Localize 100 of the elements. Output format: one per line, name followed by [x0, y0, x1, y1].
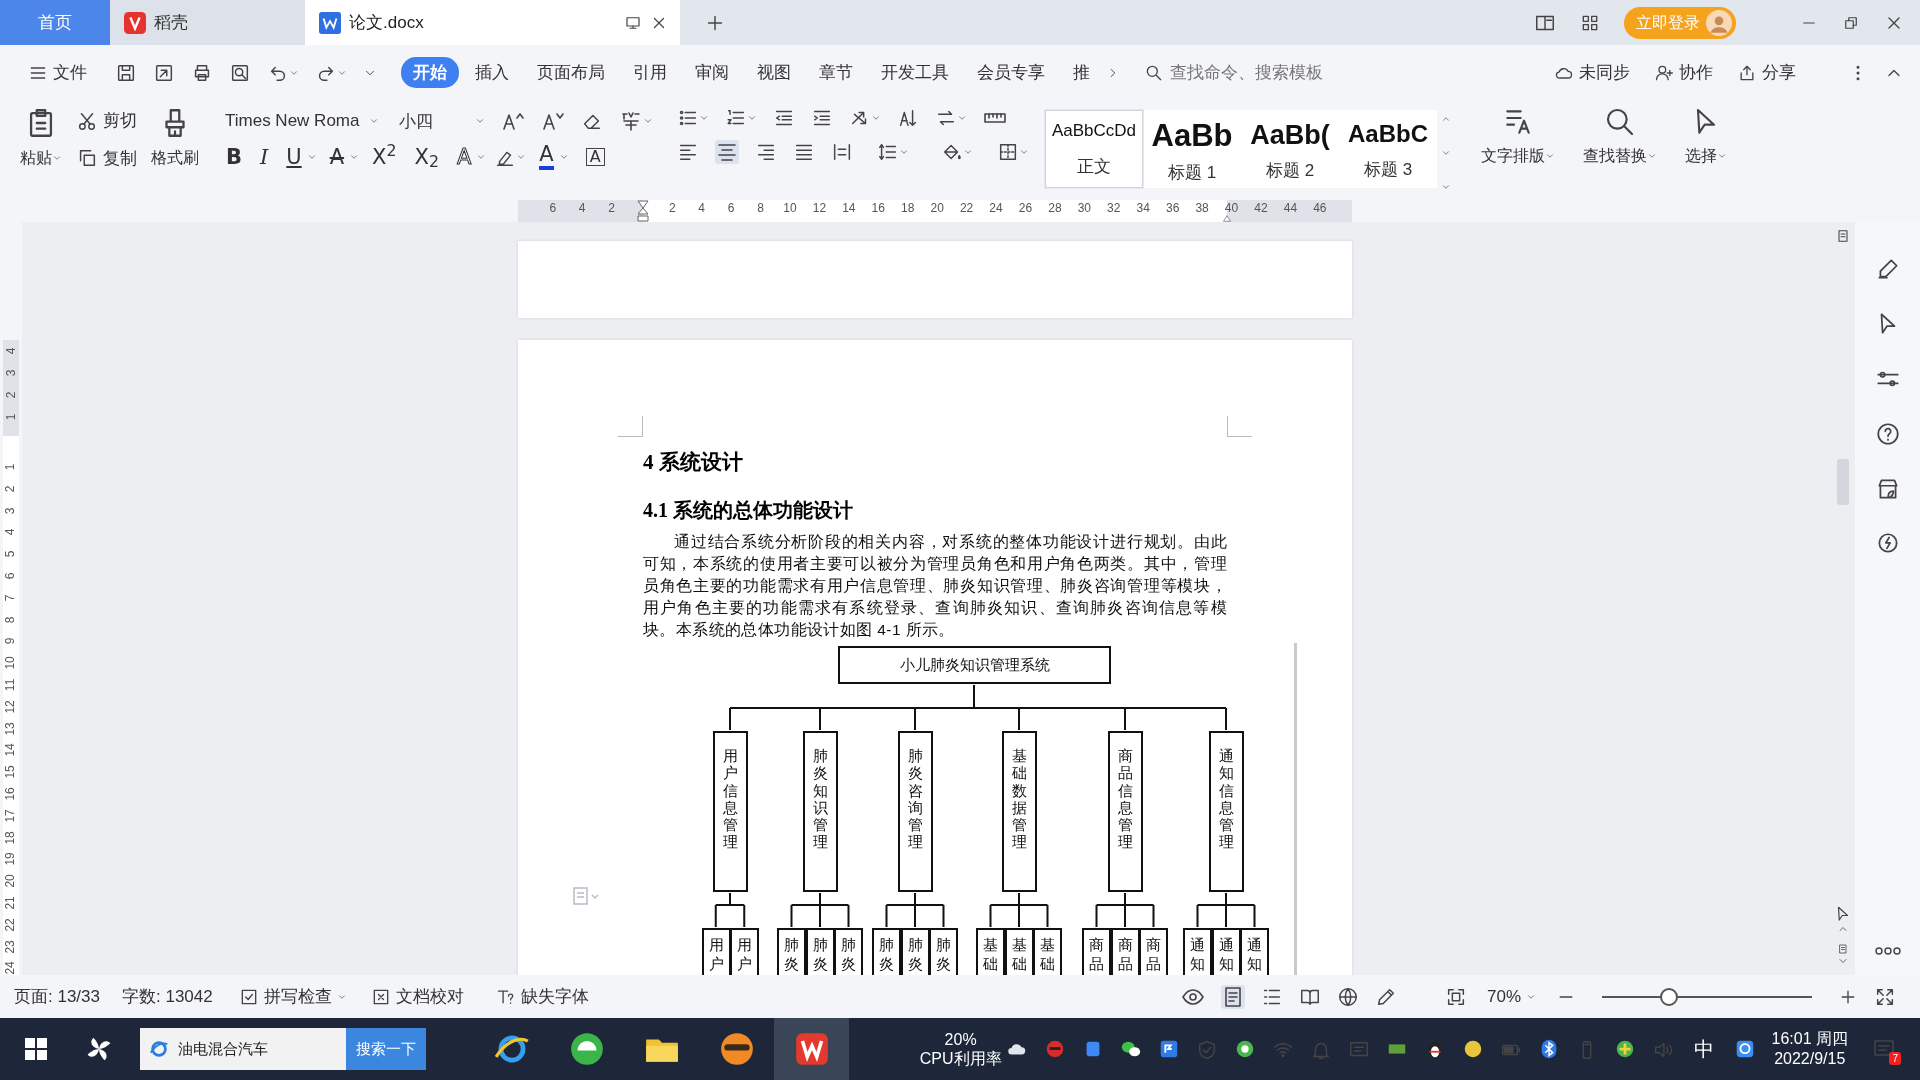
more-icon[interactable] [1874, 947, 1901, 955]
diagram-node: 肺炎 [805, 928, 835, 975]
ruler-number: 10 [2, 656, 19, 670]
page-count: 页面: 13/33 [14, 985, 100, 1008]
ribbon-tab[interactable]: 审阅 [683, 56, 741, 89]
ruler-number: 42 [1253, 202, 1269, 215]
paste-button[interactable]: 粘贴 [14, 106, 68, 200]
font-color-button[interactable]: A [534, 144, 559, 170]
ribbon-tab[interactable]: 视图 [745, 56, 803, 89]
ribbon-tab[interactable]: 推 [1061, 56, 1102, 89]
indent-marker-icon[interactable] [637, 200, 649, 222]
command-search-field[interactable]: 查找命令、搜索模板 [1144, 58, 1338, 87]
diagram-node: 基础 [1004, 928, 1034, 975]
sync-button[interactable]: 未同步 [1550, 57, 1634, 88]
distribute-icon[interactable] [831, 141, 853, 163]
ribbon-tab[interactable]: 开发工具 [869, 56, 961, 89]
strikethrough-button[interactable]: A [324, 146, 350, 168]
ribbon-tab[interactable]: 引用 [621, 56, 679, 89]
ribbon-tab[interactable]: 会员专享 [965, 56, 1057, 89]
slider-thumb[interactable] [1660, 987, 1679, 1006]
ribbon-tab[interactable]: 章节 [807, 56, 865, 89]
word-count: 字数: 13042 [122, 985, 213, 1008]
diagram-node: 肺炎 [834, 928, 864, 975]
scroll-thumb[interactable] [1836, 459, 1849, 505]
diagram-node: 肺炎 [872, 928, 902, 975]
cut-button[interactable]: 剪切 [72, 106, 141, 136]
search-button[interactable]: 搜索一下 [346, 1028, 426, 1070]
ruler-number: 38 [1194, 202, 1210, 215]
diagram-node: 肺炎 [777, 928, 807, 975]
ruler-number: 23 [2, 939, 19, 954]
font-size-field[interactable]: 小四 [395, 106, 475, 136]
file-menu[interactable]: 文件 [24, 57, 91, 88]
ribbon-tab[interactable]: 页面布局 [525, 56, 617, 89]
ruler-number: 8 [2, 616, 19, 623]
proofread-button[interactable]: 文档校对 [366, 981, 468, 1012]
ruler-number: 15 [2, 765, 19, 779]
avatar-icon [1706, 9, 1732, 36]
bold-button[interactable]: B [221, 146, 247, 168]
format-painter-button[interactable]: 格式刷 [145, 106, 205, 200]
tab[interactable]: 稻壳 [110, 0, 305, 45]
phonetic-icon[interactable] [619, 109, 643, 133]
ruler-number: 9 [2, 637, 19, 645]
tab[interactable]: 首页 [0, 0, 110, 45]
align-center-icon[interactable] [715, 140, 739, 164]
ruler-number: 30 [1076, 202, 1092, 215]
cpu-percent: 20% [943, 1030, 978, 1049]
script-button[interactable]: X$_{2}$ [409, 146, 444, 168]
ruler-number: 11 [2, 678, 19, 692]
style-option[interactable]: AaBb 标题 1 [1143, 110, 1241, 188]
spell-check-button[interactable]: 拼写检查 [234, 981, 351, 1012]
ruler-number: 4 [3, 347, 19, 355]
diagram-node: 通知 [1240, 928, 1270, 975]
ruler-number: 2 [3, 391, 19, 399]
select-browse-icon[interactable] [1836, 943, 1849, 955]
style-option[interactable]: AaBbCcDd 正文 [1045, 110, 1143, 188]
browser-icon [148, 1038, 170, 1060]
taskbar-search-field[interactable]: 油电混合汽车 [140, 1028, 346, 1070]
copy-button[interactable]: 复制 [72, 143, 141, 173]
page-view-icon[interactable] [1220, 984, 1245, 1009]
body-paragraph: 通过结合系统分析阶段的相关内容，对系统的整体功能设计进行规划。由此可知，本系统的使用者主要可以被分为管理员角色和用户角色两类。其中，管理员角色主要的功能需求有用户信息管理、肺炎知识管理、肺炎咨询管理等模块，用户角色主要的功能需求有系统登录、查询肺炎知识、查询肺炎咨询信息等模块。本系统的总体功能设计如图 4-1 所示。 [643, 532, 1227, 640]
sort-icon[interactable] [897, 107, 919, 129]
ruler-number: 7 [2, 594, 19, 601]
style-option[interactable]: AaBbC 标题 3 [1339, 110, 1437, 188]
section-heading: 4.1 系统的总体功能设计 [643, 498, 854, 523]
ruler-number: 34 [1135, 202, 1151, 215]
border-icon[interactable] [997, 141, 1019, 163]
font-name-field[interactable]: Times New Roma [221, 106, 369, 136]
share-button[interactable]: 分享 [1733, 57, 1800, 88]
diagram-node: 商品 [1082, 928, 1112, 975]
diagram-node: 通知 [1211, 928, 1241, 975]
style-option[interactable]: AaBb( 标题 2 [1241, 110, 1339, 188]
help-icon[interactable] [1874, 421, 1901, 447]
ruler-number: 17 [2, 808, 19, 823]
ruler-number: 3 [3, 369, 19, 377]
collab-button[interactable]: 协作 [1650, 57, 1717, 88]
ribbon-tab[interactable]: 插入 [463, 56, 521, 89]
globe-icon[interactable] [1336, 985, 1359, 1008]
diagram-node: 基础 [1033, 928, 1063, 975]
tab[interactable]: 论文.docx [305, 0, 680, 45]
search-icon [1604, 106, 1636, 138]
corner-mark [1227, 416, 1252, 437]
diagram-node: 通知 [1183, 928, 1213, 975]
missing-fonts-button[interactable]: 缺失字体 [491, 981, 593, 1012]
typeset-button[interactable]: 文字排版 [1475, 106, 1561, 200]
corner-mark [618, 416, 643, 437]
windows-icon[interactable] [24, 1037, 48, 1061]
script-button[interactable]: X$^{2}$ [367, 146, 402, 168]
italic-button[interactable]: I [255, 146, 274, 168]
ribbon-tab[interactable]: 开始 [401, 56, 459, 89]
notification-count: 7 [1889, 1052, 1901, 1065]
underline-button[interactable]: U [281, 146, 307, 168]
ruler-number: 20 [2, 874, 19, 888]
ruler-number: 16 [2, 787, 19, 801]
zoom-dropdown[interactable]: 70% [1482, 981, 1540, 1012]
diagram-node: 基础数据管理 [1001, 731, 1037, 892]
input-method-button[interactable]: 中 [1689, 1033, 1718, 1065]
ruler-number: 6 [2, 572, 19, 580]
line-spacing-icon[interactable] [877, 141, 899, 163]
find-button[interactable]: 查找替换 [1577, 106, 1663, 200]
select-button[interactable]: 选择 [1679, 106, 1733, 200]
